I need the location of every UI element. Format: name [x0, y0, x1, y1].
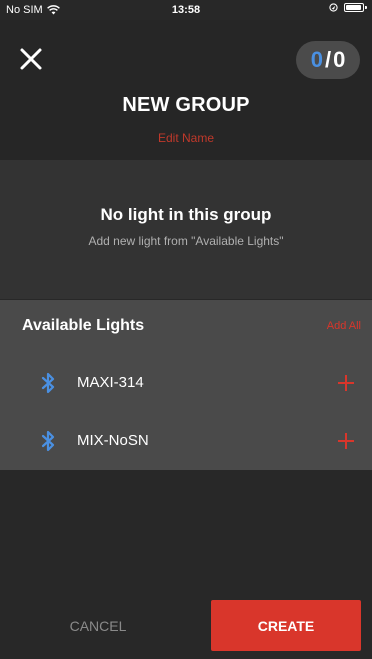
- total-count: 0: [333, 47, 346, 72]
- close-icon[interactable]: [16, 44, 46, 74]
- header: 0 / 0 NEW GROUP Edit Name: [0, 20, 372, 160]
- available-lights-title: Available Lights: [22, 317, 145, 334]
- group-lights-section: No light in this group Add new light fro…: [0, 160, 372, 299]
- light-name: MAXI-314: [77, 374, 144, 391]
- counter-separator: /: [324, 47, 332, 72]
- plus-icon[interactable]: [337, 374, 355, 392]
- status-time: 13:58: [171, 4, 201, 16]
- light-row[interactable]: MIX-NoSN: [0, 414, 372, 468]
- bluetooth-icon: [41, 372, 55, 394]
- edit-name-link[interactable]: Edit Name: [0, 131, 372, 145]
- empty-group-title: No light in this group: [100, 205, 272, 224]
- empty-group-subtitle: Add new light from "Available Lights": [88, 234, 284, 248]
- create-button[interactable]: CREATE: [211, 600, 361, 651]
- battery-icon: [344, 3, 367, 12]
- light-name: MIX-NoSN: [77, 432, 149, 449]
- available-lights-section: Available Lights Add All MAXI-314 MIX-No…: [0, 300, 372, 470]
- status-right: [329, 3, 367, 12]
- add-all-button[interactable]: Add All: [327, 320, 361, 332]
- light-counter: 0 / 0: [296, 41, 360, 79]
- page-title: NEW GROUP: [122, 94, 250, 116]
- status-bar: No SIM 13:58: [0, 0, 372, 20]
- selected-count: 0: [310, 47, 323, 72]
- light-row[interactable]: MAXI-314: [0, 356, 372, 410]
- bluetooth-icon: [41, 430, 55, 452]
- new-group-screen: No SIM 13:58 0 / 0 NEW GROUP Edit Name N…: [0, 0, 372, 659]
- location-icon: [329, 3, 338, 12]
- plus-icon[interactable]: [337, 432, 355, 450]
- cancel-button[interactable]: CANCEL: [48, 601, 148, 651]
- footer: CANCEL CREATE: [0, 470, 372, 659]
